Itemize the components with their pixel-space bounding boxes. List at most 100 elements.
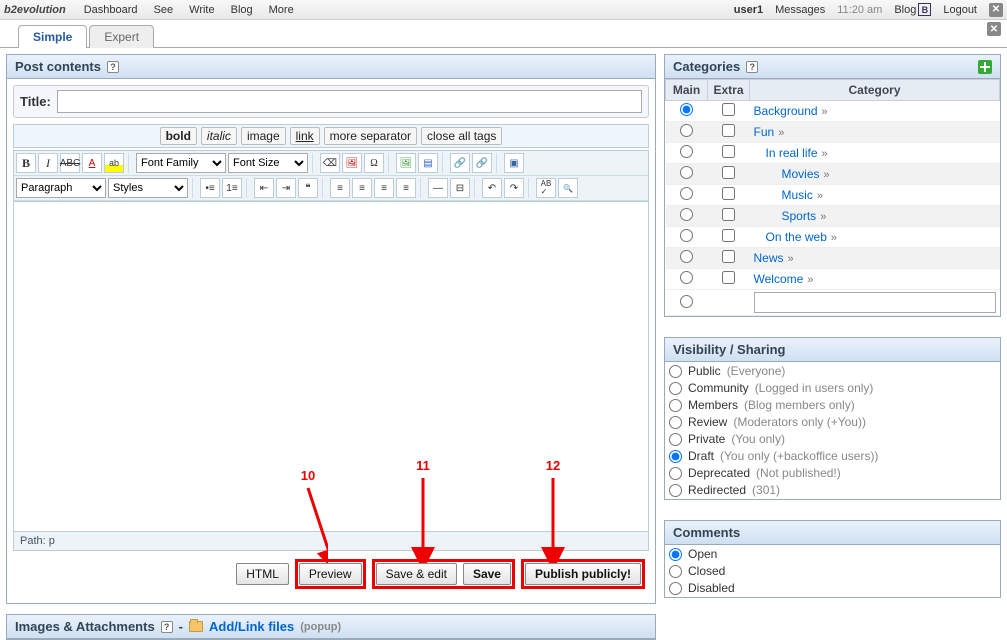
tmce-undo-icon[interactable]: ↶: [482, 178, 502, 198]
category-link[interactable]: In real life: [766, 146, 818, 160]
visibility-option[interactable]: Draft (You only (+backoffice users)): [669, 449, 996, 463]
category-link[interactable]: Background: [754, 104, 818, 118]
maincat-radio-new[interactable]: [680, 295, 693, 308]
visibility-radio[interactable]: [669, 484, 682, 497]
tmce-alignjustify-icon[interactable]: ≡: [396, 178, 416, 198]
category-link[interactable]: Sports: [782, 209, 817, 223]
category-link[interactable]: Fun: [754, 125, 775, 139]
maincat-radio[interactable]: [680, 124, 693, 137]
maincat-radio[interactable]: [680, 208, 693, 221]
tmce-noimage-icon[interactable]: 🖼: [342, 153, 362, 173]
menu-dashboard[interactable]: Dashboard: [84, 4, 138, 16]
menu-blog[interactable]: Blog: [231, 4, 253, 16]
qt-close-all[interactable]: close all tags: [421, 127, 502, 145]
extracat-checkbox[interactable]: [722, 250, 735, 263]
tmce-alignright-icon[interactable]: ≡: [374, 178, 394, 198]
tmce-aligncenter-icon[interactable]: ≡: [352, 178, 372, 198]
publish-button[interactable]: Publish publicly!: [525, 563, 641, 585]
tmce-image-icon[interactable]: 🖼: [396, 153, 416, 173]
extracat-checkbox[interactable]: [722, 208, 735, 221]
visibility-radio[interactable]: [669, 382, 682, 395]
comments-radio[interactable]: [669, 582, 682, 595]
visibility-option[interactable]: Private (You only): [669, 432, 996, 446]
menu-see[interactable]: See: [154, 4, 174, 16]
comments-radio[interactable]: [669, 548, 682, 561]
tmce-fullscreen-icon[interactable]: ▣: [504, 153, 524, 173]
save-edit-button[interactable]: Save & edit: [376, 563, 457, 585]
visibility-option[interactable]: Public (Everyone): [669, 364, 996, 378]
tmce-link-icon[interactable]: 🔗: [450, 153, 470, 173]
tmce-specialchar-icon[interactable]: Ω: [364, 153, 384, 173]
extracat-checkbox[interactable]: [722, 145, 735, 158]
tmce-textcolor-icon[interactable]: A: [82, 153, 102, 173]
extracat-checkbox[interactable]: [722, 166, 735, 179]
visibility-radio[interactable]: [669, 365, 682, 378]
comments-option[interactable]: Open: [669, 547, 996, 561]
help-icon[interactable]: ?: [161, 621, 173, 633]
menu-more[interactable]: More: [269, 4, 294, 16]
tmce-indent-icon[interactable]: ⇥: [276, 178, 296, 198]
user-name[interactable]: user1: [734, 4, 763, 16]
tabs-close-icon[interactable]: ✕: [987, 22, 1001, 36]
tmce-blockquote-icon[interactable]: ❝: [298, 178, 318, 198]
brand-logo[interactable]: b2evolution: [4, 4, 66, 16]
visibility-option[interactable]: Deprecated (Not published!): [669, 466, 996, 480]
blog-link[interactable]: BlogB: [894, 3, 931, 16]
qt-more-sep[interactable]: more separator: [324, 127, 417, 145]
category-link[interactable]: News: [754, 251, 784, 265]
visibility-radio[interactable]: [669, 467, 682, 480]
tmce-pagebreak-icon[interactable]: ⊟: [450, 178, 470, 198]
category-link[interactable]: Music: [782, 188, 813, 202]
maincat-radio[interactable]: [680, 187, 693, 200]
tmce-media-icon[interactable]: ▤: [418, 153, 438, 173]
messages-link[interactable]: Messages: [775, 4, 825, 16]
visibility-radio[interactable]: [669, 450, 682, 463]
visibility-radio[interactable]: [669, 399, 682, 412]
tmce-search-icon[interactable]: 🔍: [558, 178, 578, 198]
qt-link[interactable]: link: [290, 127, 320, 145]
category-link[interactable]: Welcome: [754, 272, 804, 286]
tab-expert[interactable]: Expert: [89, 25, 154, 48]
maincat-radio[interactable]: [680, 103, 693, 116]
close-icon[interactable]: ✕: [989, 3, 1003, 17]
tmce-highlight-icon[interactable]: ab: [104, 153, 124, 173]
preview-button[interactable]: Preview: [299, 563, 362, 585]
new-category-input[interactable]: [754, 292, 996, 313]
maincat-radio[interactable]: [680, 271, 693, 284]
extracat-checkbox[interactable]: [722, 271, 735, 284]
tmce-redo-icon[interactable]: ↷: [504, 178, 524, 198]
tmce-alignleft-icon[interactable]: ≡: [330, 178, 350, 198]
tmce-unlink-icon[interactable]: 🔗: [472, 153, 492, 173]
title-input[interactable]: [57, 90, 642, 113]
tmce-hr-icon[interactable]: —: [428, 178, 448, 198]
visibility-radio[interactable]: [669, 416, 682, 429]
extracat-checkbox[interactable]: [722, 103, 735, 116]
visibility-option[interactable]: Review (Moderators only (+You)): [669, 415, 996, 429]
save-button[interactable]: Save: [463, 563, 511, 585]
extracat-checkbox[interactable]: [722, 124, 735, 137]
visibility-option[interactable]: Members (Blog members only): [669, 398, 996, 412]
tmce-spellcheck-icon[interactable]: AB✓: [536, 178, 556, 198]
tmce-ul-icon[interactable]: •≡: [200, 178, 220, 198]
tmce-styles-select[interactable]: Styles: [108, 178, 188, 198]
tmce-ol-icon[interactable]: 1≡: [222, 178, 242, 198]
qt-bold[interactable]: bold: [160, 127, 197, 145]
qt-italic[interactable]: italic: [201, 127, 237, 145]
category-link[interactable]: Movies: [782, 167, 820, 181]
maincat-radio[interactable]: [680, 166, 693, 179]
tmce-removeformat-icon[interactable]: ⌫: [320, 153, 340, 173]
menu-write[interactable]: Write: [189, 4, 214, 16]
comments-option[interactable]: Disabled: [669, 581, 996, 595]
html-button[interactable]: HTML: [236, 563, 289, 585]
help-icon[interactable]: ?: [107, 61, 119, 73]
tmce-bold-icon[interactable]: B: [16, 153, 36, 173]
tmce-font-family[interactable]: Font Family: [136, 153, 226, 173]
tab-simple[interactable]: Simple: [18, 25, 87, 48]
tmce-font-size[interactable]: Font Size: [228, 153, 308, 173]
category-link[interactable]: On the web: [766, 230, 827, 244]
tmce-outdent-icon[interactable]: ⇤: [254, 178, 274, 198]
extracat-checkbox[interactable]: [722, 229, 735, 242]
tmce-italic-icon[interactable]: I: [38, 153, 58, 173]
comments-option[interactable]: Closed: [669, 564, 996, 578]
editor-textarea[interactable]: [13, 202, 649, 532]
